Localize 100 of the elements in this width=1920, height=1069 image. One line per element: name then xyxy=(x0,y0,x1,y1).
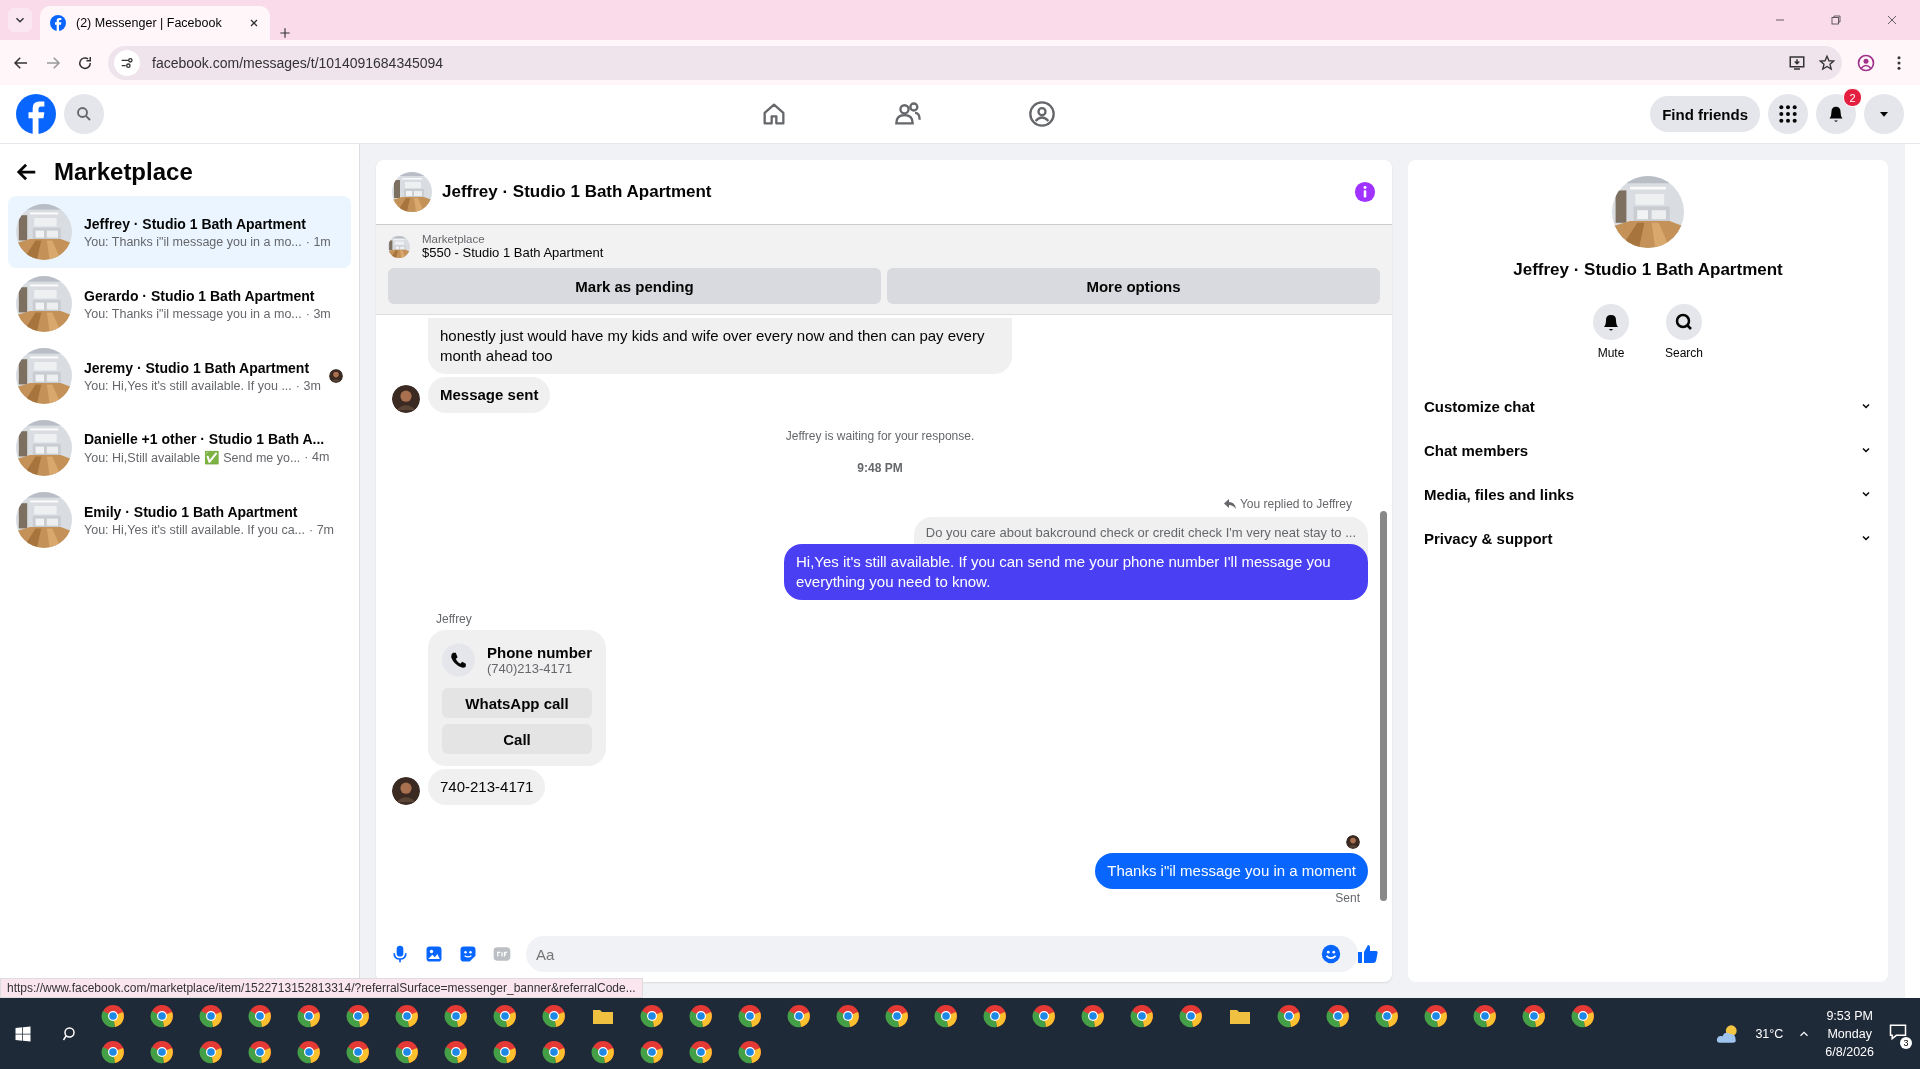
app-icon[interactable] xyxy=(1374,1003,1399,1028)
app-icon[interactable] xyxy=(688,1039,713,1064)
app-icon[interactable] xyxy=(443,1039,468,1064)
install-icon[interactable] xyxy=(1788,53,1806,72)
app-icon[interactable] xyxy=(1129,1003,1154,1028)
details-section[interactable]: Privacy & support xyxy=(1408,516,1888,560)
app-icon[interactable] xyxy=(786,1003,811,1028)
search-button[interactable] xyxy=(64,94,104,134)
app-icon[interactable] xyxy=(639,1003,664,1028)
scrollbar-thumb[interactable] xyxy=(1380,511,1387,901)
address-bar[interactable]: facebook.com/messages/t/1014091684345094 xyxy=(108,45,1842,80)
find-friends-button[interactable]: Find friends xyxy=(1650,96,1760,132)
app-icon[interactable] xyxy=(149,1003,174,1028)
start-icon[interactable] xyxy=(14,1024,32,1043)
app-icon[interactable] xyxy=(394,1003,419,1028)
bell-icon xyxy=(1593,304,1629,340)
conversation-item[interactable]: Danielle +1 other · Studio 1 Bath A... You: Hi,Still available ✅ Send me yo... · 4m xyxy=(8,412,351,484)
app-icon[interactable] xyxy=(884,1003,909,1028)
browser-tab[interactable]: (2) Messenger | Facebook xyxy=(40,6,270,40)
thumbs-up-icon[interactable] xyxy=(1356,942,1380,966)
search-icon xyxy=(1666,304,1702,340)
app-icon[interactable] xyxy=(541,1039,566,1064)
new-tab-icon[interactable] xyxy=(278,26,292,40)
conversation-item[interactable]: Gerardo · Studio 1 Bath Apartment You: Thanks i"il message you in a mo... · 3m xyxy=(8,268,351,340)
app-icon[interactable] xyxy=(198,1039,223,1064)
details-title: Jeffrey · Studio 1 Bath Apartment xyxy=(1513,260,1783,280)
app-icon[interactable] xyxy=(100,1003,125,1028)
app-icon[interactable] xyxy=(541,1003,566,1028)
app-icon[interactable] xyxy=(737,1003,762,1028)
app-icon[interactable] xyxy=(247,1003,272,1028)
app-icon[interactable] xyxy=(1178,1003,1203,1028)
app-icon[interactable] xyxy=(296,1039,321,1064)
app-icon[interactable] xyxy=(198,1003,223,1028)
microphone-icon[interactable] xyxy=(390,944,410,964)
chat-bubble-icon xyxy=(1888,1022,1908,1042)
details-section[interactable]: Customize chat xyxy=(1408,384,1888,428)
tab-title: (2) Messenger | Facebook xyxy=(76,16,223,30)
clock-date: 6/8/2026 xyxy=(1825,1044,1874,1059)
details-action[interactable]: Mute xyxy=(1593,304,1629,360)
facebook-icon xyxy=(50,15,66,31)
app-icon[interactable] xyxy=(1325,1003,1350,1028)
phone-number: (740)213-4171 xyxy=(487,661,574,676)
restore-icon[interactable] xyxy=(1830,14,1842,26)
conversation-title: Jeremy · Studio 1 Bath Apartment xyxy=(84,359,311,376)
friends-icon[interactable] xyxy=(894,100,922,128)
card-button[interactable]: Call xyxy=(442,724,592,754)
app-icon[interactable] xyxy=(492,1003,517,1028)
app-icon[interactable] xyxy=(1080,1003,1105,1028)
info-icon[interactable] xyxy=(1354,181,1376,203)
image-icon[interactable] xyxy=(424,944,444,964)
menu-button[interactable] xyxy=(1768,94,1808,134)
notifications-button[interactable] xyxy=(1816,94,1856,134)
app-icon[interactable] xyxy=(1276,1003,1301,1028)
link-preview-url: https://www.facebook.com/marketplace/item/1522713152813314/?referralSurface=messenger_banner&referralCode... xyxy=(0,978,643,998)
app-icon[interactable] xyxy=(737,1039,762,1064)
card-title: Phone number xyxy=(487,644,592,661)
sticker-icon[interactable] xyxy=(458,944,478,964)
conversation-title: Jeffrey · Studio 1 Bath Apartment xyxy=(84,215,307,232)
app-icon[interactable] xyxy=(443,1003,468,1028)
sender-name: Jeffrey xyxy=(436,612,473,626)
tab-list-button[interactable] xyxy=(8,8,32,32)
listing-action-button[interactable]: Mark as pending xyxy=(388,268,881,304)
app-icon[interactable] xyxy=(590,1039,615,1064)
bookmark-star-icon[interactable] xyxy=(1818,53,1836,72)
app-icon[interactable] xyxy=(1521,1003,1546,1028)
groups-icon[interactable] xyxy=(1028,100,1056,128)
profile-icon[interactable] xyxy=(1856,52,1876,73)
app-icon[interactable] xyxy=(394,1039,419,1064)
message-field[interactable]: Aa xyxy=(526,936,1358,972)
app-icon[interactable] xyxy=(1472,1003,1497,1028)
conversation-item[interactable]: Emily · Studio 1 Bath Apartment You: Hi,Yes it's still available. If you ca... · 7m xyxy=(8,484,351,556)
app-icon[interactable] xyxy=(345,1039,370,1064)
app-icon[interactable] xyxy=(492,1039,517,1064)
app-icon[interactable] xyxy=(1570,1003,1595,1028)
card-button[interactable]: WhatsApp call xyxy=(442,688,592,718)
message-preview: You: Thanks i"il message you in a mo... xyxy=(84,234,302,249)
app-icon[interactable] xyxy=(296,1003,321,1028)
details-section[interactable]: Chat members xyxy=(1408,428,1888,472)
app-icon[interactable] xyxy=(639,1039,664,1064)
app-icon[interactable] xyxy=(982,1003,1007,1028)
facebook-logo-icon[interactable] xyxy=(16,94,56,134)
app-icon[interactable] xyxy=(100,1039,125,1064)
listing-action-button[interactable]: More options xyxy=(887,268,1380,304)
app-icon[interactable] xyxy=(933,1003,958,1028)
app-icon[interactable] xyxy=(688,1003,713,1028)
details-action[interactable]: Search xyxy=(1665,304,1703,360)
details-section[interactable]: Media, files and links xyxy=(1408,472,1888,516)
app-icon[interactable] xyxy=(345,1003,370,1028)
clock-day: Monday xyxy=(1827,1026,1872,1041)
avatar xyxy=(392,777,420,805)
app-icon[interactable] xyxy=(1423,1003,1448,1028)
app-icon[interactable] xyxy=(247,1039,272,1064)
close-icon[interactable] xyxy=(248,17,260,29)
app-icon[interactable] xyxy=(835,1003,860,1028)
app-icon[interactable] xyxy=(149,1039,174,1064)
conversation-item[interactable]: Jeffrey · Studio 1 Bath Apartment You: Thanks i"il message you in a mo... · 1m xyxy=(8,196,351,268)
conversation-item[interactable]: Jeremy · Studio 1 Bath Apartment You: Hi,Yes it's still available. If you ... · 3m xyxy=(8,340,351,412)
listing-source: Marketplace xyxy=(422,233,486,245)
app-icon[interactable] xyxy=(1031,1003,1056,1028)
back-arrow-icon[interactable] xyxy=(16,161,38,183)
